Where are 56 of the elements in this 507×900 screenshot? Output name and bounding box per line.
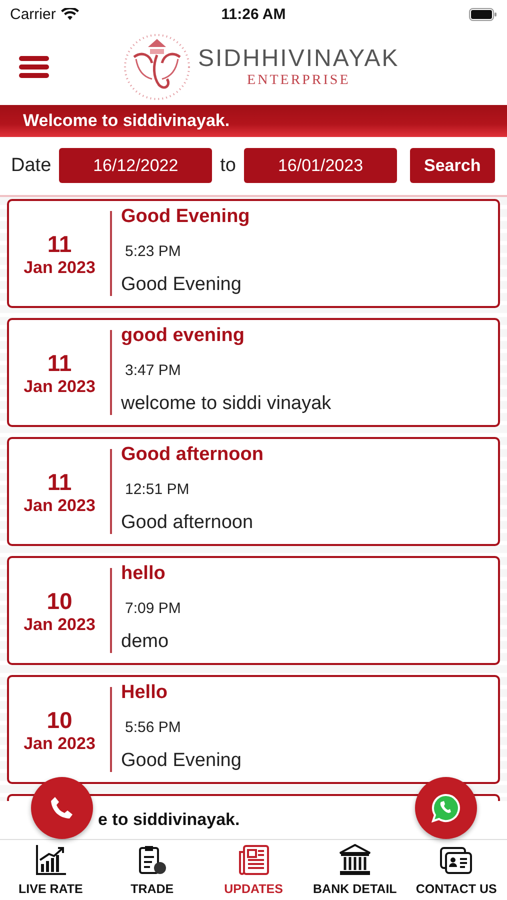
- logo-drawing: [122, 32, 192, 100]
- date-day: 11: [47, 230, 72, 258]
- date-day: 11: [47, 468, 72, 496]
- date-label: Date: [11, 154, 52, 176]
- update-title: Good Evening: [121, 206, 250, 228]
- clipboard-icon: [136, 844, 168, 876]
- date-day: 10: [46, 706, 72, 734]
- date-day: 11: [47, 348, 72, 376]
- update-message: Good Evening: [121, 750, 242, 772]
- carrier-label: Carrier: [10, 6, 56, 22]
- brand-tagline: ENTERPRISE: [247, 72, 350, 88]
- update-card[interactable]: 11 Jan 2023 Good afternoon 12:51 PM Good afternoon: [7, 437, 500, 546]
- menu-icon[interactable]: [18, 54, 50, 78]
- contact-card-icon: [439, 846, 474, 876]
- update-time: 12:51 PM: [124, 480, 190, 498]
- date-month-year: Jan 2023: [24, 496, 96, 516]
- to-date-field[interactable]: 16/01/2023: [244, 148, 397, 183]
- brand-name: SIDHHIVINAYAK: [198, 44, 400, 72]
- from-date-field[interactable]: 16/12/2022: [59, 148, 212, 183]
- tab-item[interactable]: LIVE RATE: [0, 840, 102, 900]
- update-title: good evening: [121, 325, 246, 347]
- update-card[interactable]: 11 Jan 2023 Good Evening 5:23 PM Good Evening: [7, 199, 500, 308]
- update-time: 5:56 PM: [124, 718, 182, 736]
- to-label: to: [220, 154, 236, 176]
- update-card[interactable]: 10 Jan 2023 hello 7:09 PM demo: [7, 556, 500, 665]
- welcome-banner: Welcome to siddivinayak.: [0, 105, 507, 137]
- date-day: 10: [46, 586, 72, 614]
- date-month-year: Jan 2023: [24, 734, 96, 754]
- update-card[interactable]: 10 Jan 2023 Hello 5:56 PM Good Evening: [7, 675, 500, 784]
- update-time: 5:23 PM: [124, 242, 182, 260]
- clock: 11:26 AM: [221, 6, 286, 22]
- update-title: hello: [121, 563, 166, 585]
- battery-icon: [469, 8, 498, 20]
- update-title: Hello: [121, 682, 168, 704]
- update-message: welcome to siddi vinayak: [121, 393, 332, 415]
- tab-item[interactable]: UPDATES: [202, 840, 304, 900]
- update-message: Good Evening: [121, 274, 242, 296]
- tab-item[interactable]: BANK DETAIL: [304, 840, 406, 900]
- search-button[interactable]: Search: [410, 148, 495, 183]
- tab-item[interactable]: TRADE: [101, 840, 203, 900]
- wifi-icon: [60, 8, 79, 20]
- bank-icon: [338, 844, 372, 876]
- update-title: Good afternoon: [121, 444, 264, 466]
- chart-icon: [34, 844, 67, 876]
- update-message: demo: [121, 631, 170, 653]
- update-card[interactable]: 11 Jan 2023 good evening 3:47 PM welcome to siddi vinayak: [7, 318, 500, 427]
- date-month-year: Jan 2023: [24, 614, 96, 634]
- phone-icon: [49, 795, 75, 821]
- update-time: 7:09 PM: [124, 600, 181, 616]
- tab-item[interactable]: CONTACT US: [406, 840, 507, 900]
- update-message: Good afternoon: [121, 512, 254, 534]
- newspaper-icon: [238, 844, 270, 876]
- date-month-year: Jan 2023: [24, 376, 96, 396]
- date-month-year: Jan 2023: [24, 258, 96, 278]
- update-time: 3:47 PM: [124, 362, 182, 378]
- chat-bubble-icon: [431, 793, 461, 823]
